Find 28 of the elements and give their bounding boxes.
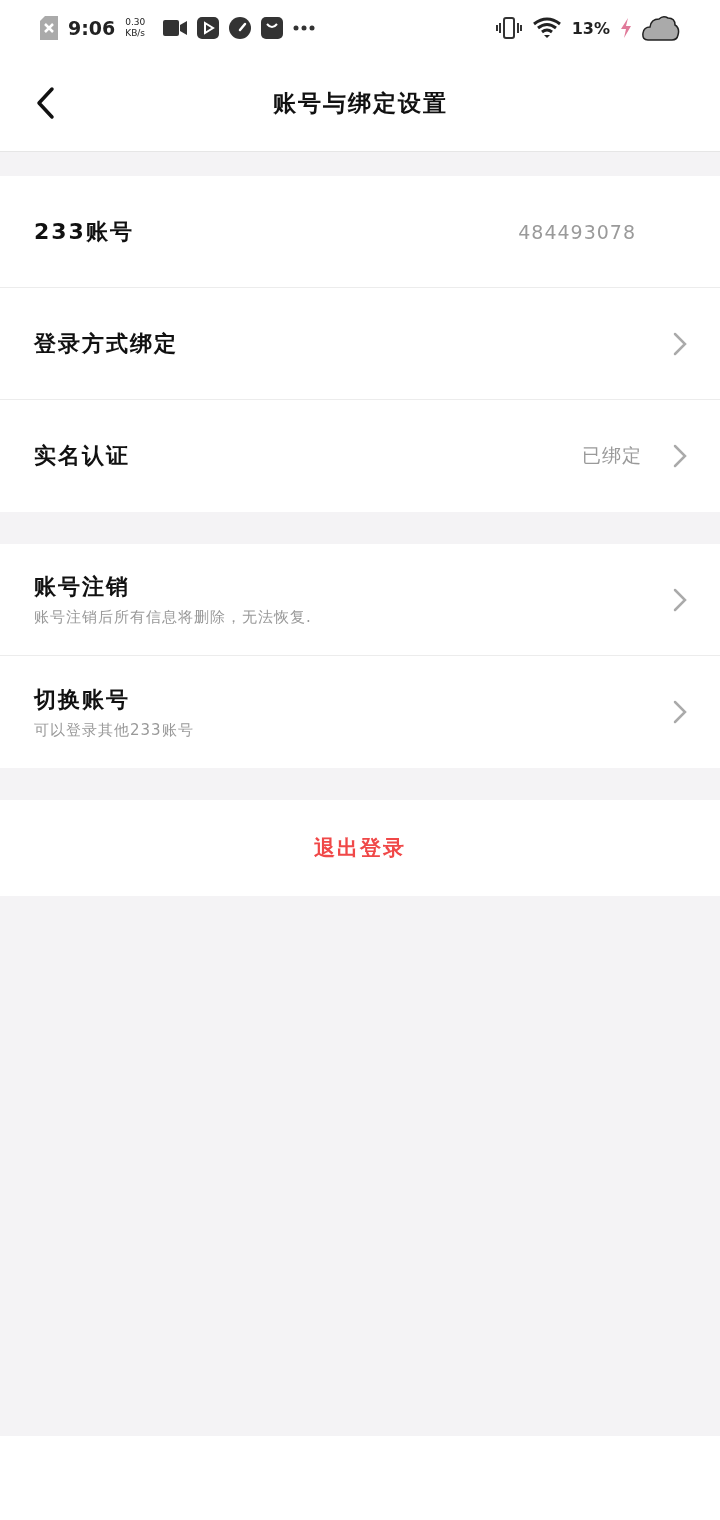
bag-icon xyxy=(261,17,284,39)
row-label: 233账号 xyxy=(34,217,135,246)
logout-button[interactable]: 退出登录 xyxy=(0,800,720,896)
vibrate-icon xyxy=(495,17,522,39)
gauge-icon xyxy=(229,17,252,39)
settings-row[interactable]: 切换账号 可以登录其他233账号 xyxy=(0,656,720,768)
settings-row[interactable]: 账号注销 账号注销后所有信息将删除，无法恢复. xyxy=(0,544,720,656)
row-value: 已绑定 xyxy=(582,443,642,468)
row-label: 切换账号 xyxy=(34,685,131,714)
page-title: 账号与绑定设置 xyxy=(272,89,448,118)
row-label: 实名认证 xyxy=(34,442,131,470)
row-label: 账号注销 xyxy=(34,573,131,601)
more-icon xyxy=(293,25,316,31)
play-icon xyxy=(197,17,220,39)
video-camera-icon xyxy=(163,20,188,36)
row-subtitle: 可以登录其他233账号 xyxy=(34,720,195,740)
row-subtitle: 账号注销后所有信息将删除，无法恢复. xyxy=(34,608,313,627)
row-label: 登录方式绑定 xyxy=(34,329,179,358)
settings-row[interactable]: 实名认证 已绑定 xyxy=(0,400,720,512)
speed-unit: KB/s xyxy=(125,28,146,39)
wifi-icon xyxy=(531,17,562,39)
clock-time: 9:06 xyxy=(68,17,116,39)
row-value: 484493078 xyxy=(518,220,636,243)
sim-card-icon xyxy=(40,16,58,40)
cloud-icon xyxy=(642,15,680,41)
settings-row[interactable]: 登录方式绑定 xyxy=(0,288,720,400)
battery-percent: 13% xyxy=(571,18,610,38)
network-speed: 0.30 xyxy=(125,17,146,28)
